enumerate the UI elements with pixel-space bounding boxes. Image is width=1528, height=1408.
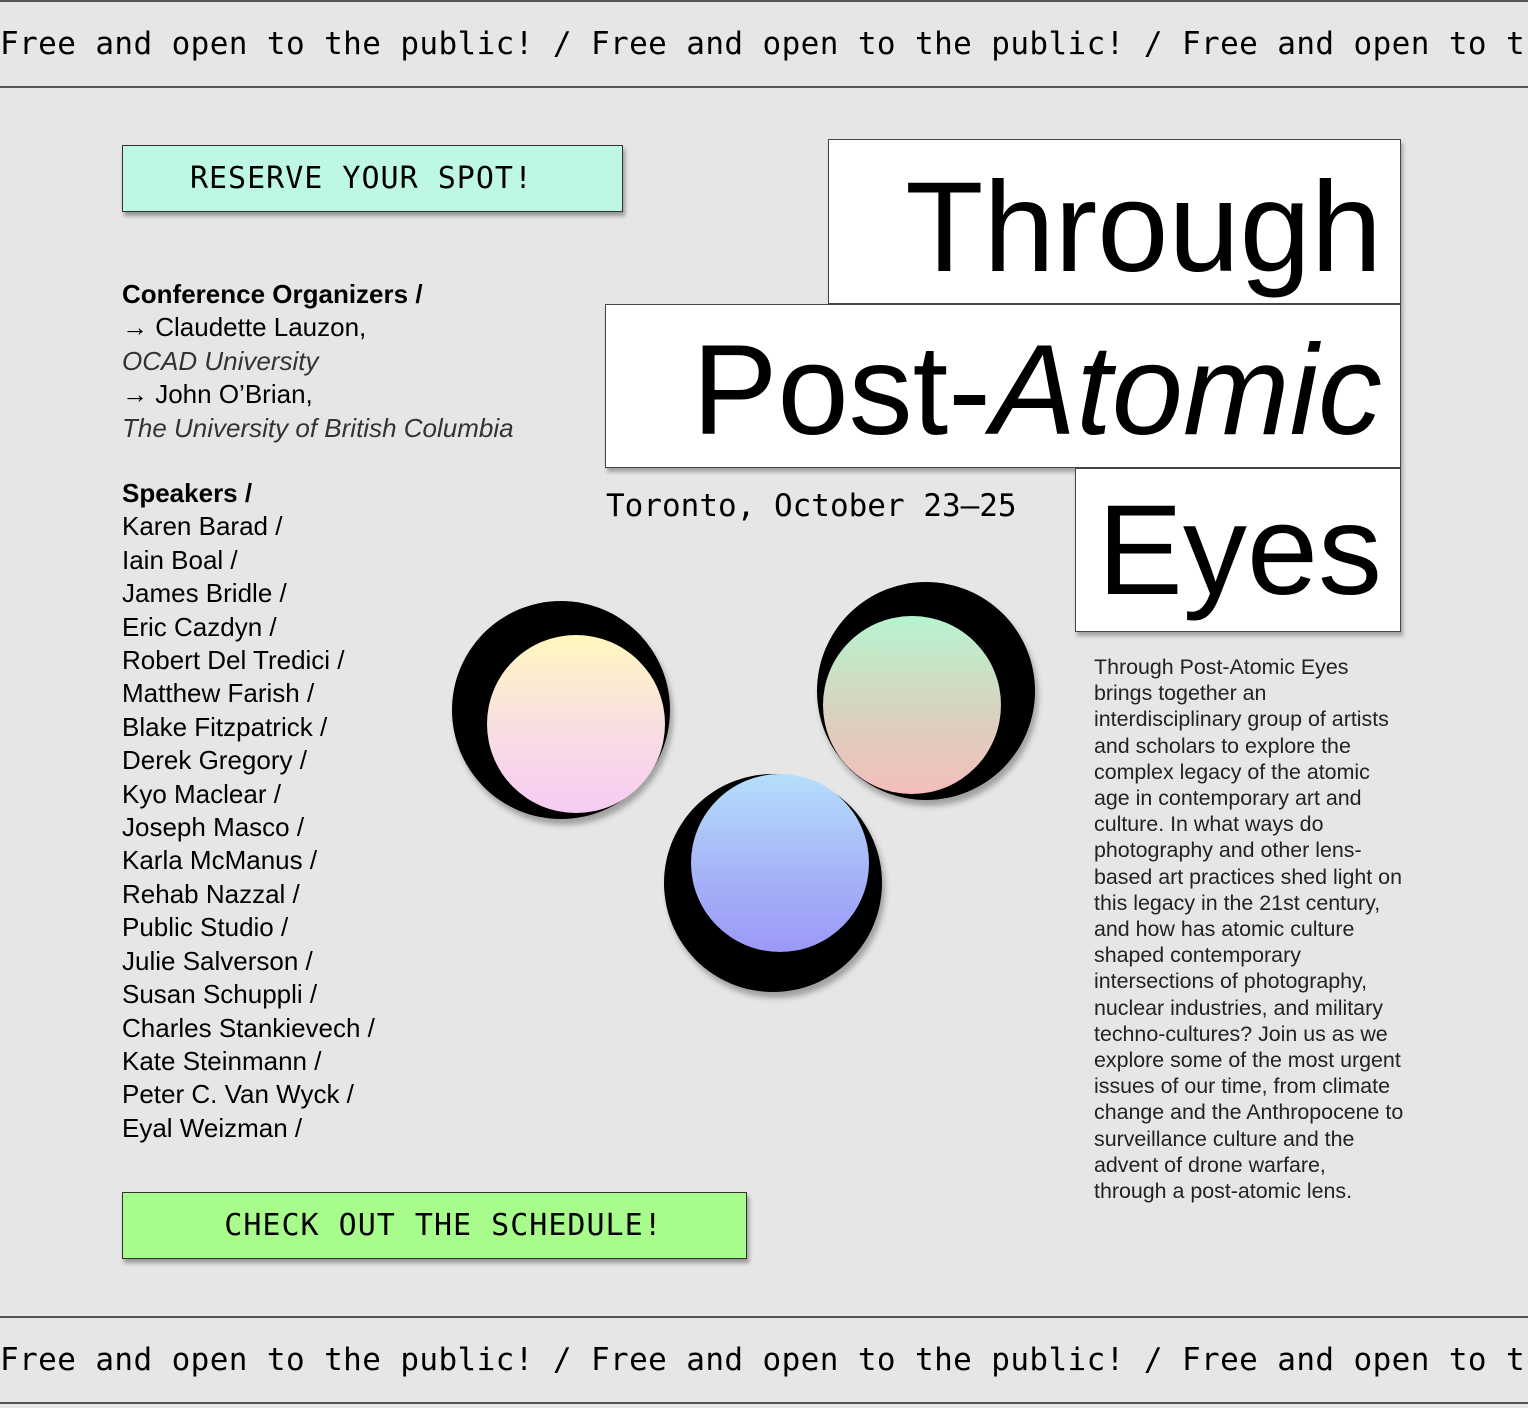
bottom-marquee: Free and open to the public! / Free and … [0,1316,1528,1404]
organizer-name: → Claudette Lauzon, [122,312,367,343]
organizer-affiliation: OCAD University [122,345,319,376]
title-line-2-regular: Post- [692,319,991,462]
organizer-name: → John O’Brian, [122,379,313,410]
title-box-post-atomic: Post-Atomic [605,304,1401,468]
speaker-item: Blake Fitzpatrick / [122,711,328,742]
speaker-item: Karla McManus / [122,845,318,876]
lens-glass [823,616,1001,794]
speaker-item: Kate Steinmann / [122,1045,322,1076]
speaker-item: Joseph Masco / [122,812,305,843]
lens-glass [487,635,665,813]
event-location-date: Toronto, October 23–25 [606,488,1017,524]
title-line-3: Eyes [1097,479,1382,622]
speaker-item: Peter C. Van Wyck / [122,1079,354,1110]
speaker-item: Public Studio / [122,912,289,943]
title-line-1: Through [905,156,1382,299]
speaker-item: Eric Cazdyn / [122,611,277,642]
speaker-item: Rehab Nazzal / [122,878,300,909]
organizer-affiliation: The University of British Columbia [122,412,514,443]
reserve-spot-label: RESERVE YOUR SPOT! [189,161,534,196]
speakers-list: Karen Barad / Iain Boal / James Bridle /… [122,510,482,1145]
lens-yellow-pink-icon [452,601,670,819]
lens-glass [691,774,869,952]
schedule-label: CHECK OUT THE SCHEDULE! [224,1208,663,1243]
speaker-item: Iain Boal / [122,544,238,575]
page: Free and open to the public! / Free and … [0,0,1528,1408]
speaker-item: Kyo Maclear / [122,778,281,809]
title-line-2-italic: Atomic [990,319,1382,462]
speaker-item: James Bridle / [122,578,287,609]
speaker-item: Robert Del Tredici / [122,645,345,676]
lens-green-pink-icon [817,582,1035,800]
reserve-spot-button[interactable]: RESERVE YOUR SPOT! [122,145,623,212]
speaker-item: Derek Gregory / [122,745,307,776]
lens-blue-violet-icon [664,774,882,992]
title-box-through: Through [828,139,1401,304]
speaker-item: Matthew Farish / [122,678,315,709]
speaker-item: Karen Barad / [122,511,283,542]
speaker-item: Julie Salverson / [122,945,313,976]
marquee-text: Free and open to the public! / Free and … [0,26,1528,62]
organizers-section: Conference Organizers / → Claudette Lauz… [122,278,582,445]
speakers-heading: Speakers / [122,478,253,508]
speaker-item: Eyal Weizman / [122,1112,303,1143]
organizers-heading: Conference Organizers / [122,279,423,309]
top-marquee: Free and open to the public! / Free and … [0,0,1528,88]
marquee-text: Free and open to the public! / Free and … [0,1342,1528,1378]
schedule-button[interactable]: CHECK OUT THE SCHEDULE! [122,1192,747,1259]
title-box-eyes: Eyes [1075,468,1401,632]
speaker-item: Susan Schuppli / [122,979,318,1010]
speakers-section: Speakers / Karen Barad / Iain Boal / Jam… [122,477,482,1145]
speaker-item: Charles Stankievech / [122,1012,375,1043]
event-description: Through Post-Atomic Eyes brings together… [1094,655,1404,1204]
